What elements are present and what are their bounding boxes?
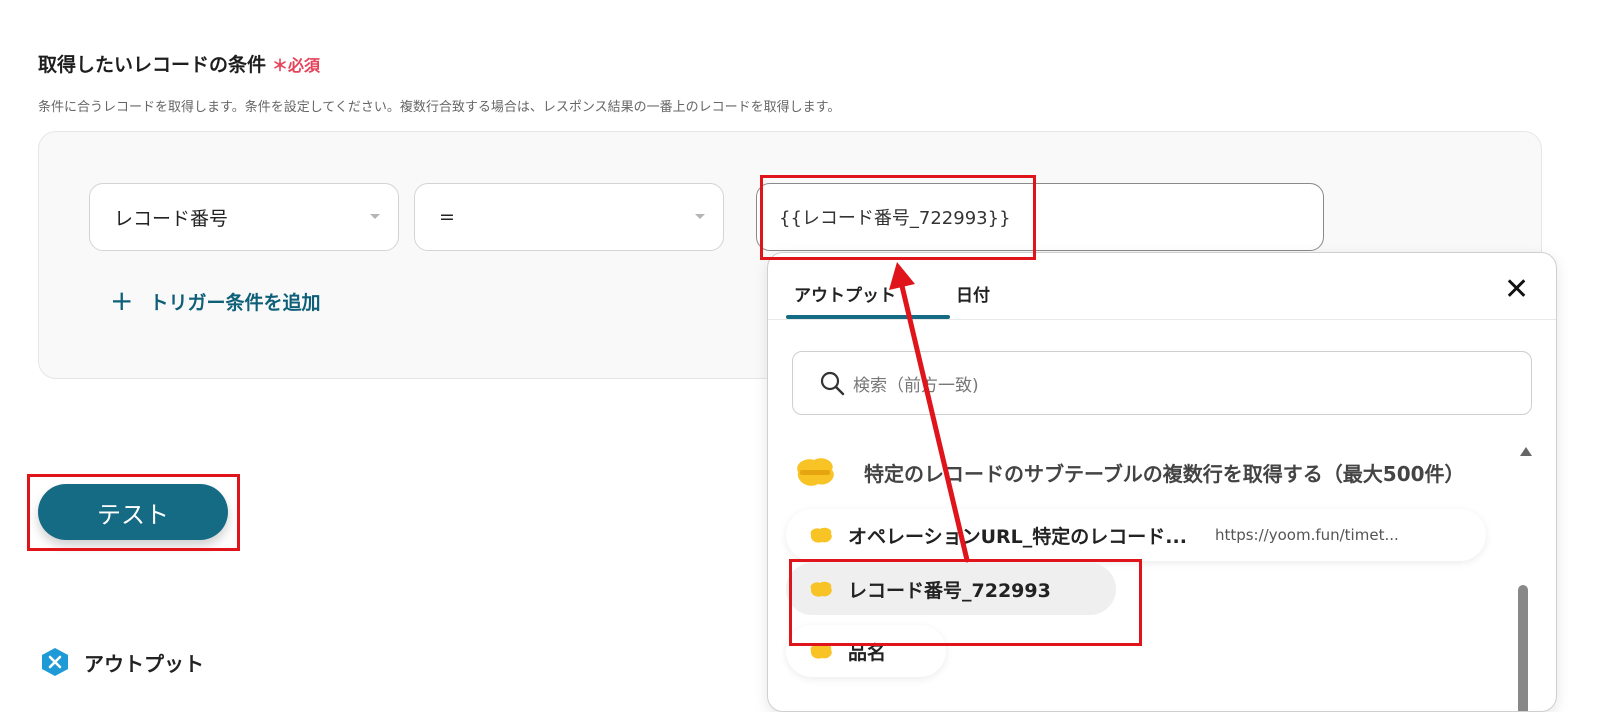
annotation-arrow-icon: [889, 262, 970, 563]
